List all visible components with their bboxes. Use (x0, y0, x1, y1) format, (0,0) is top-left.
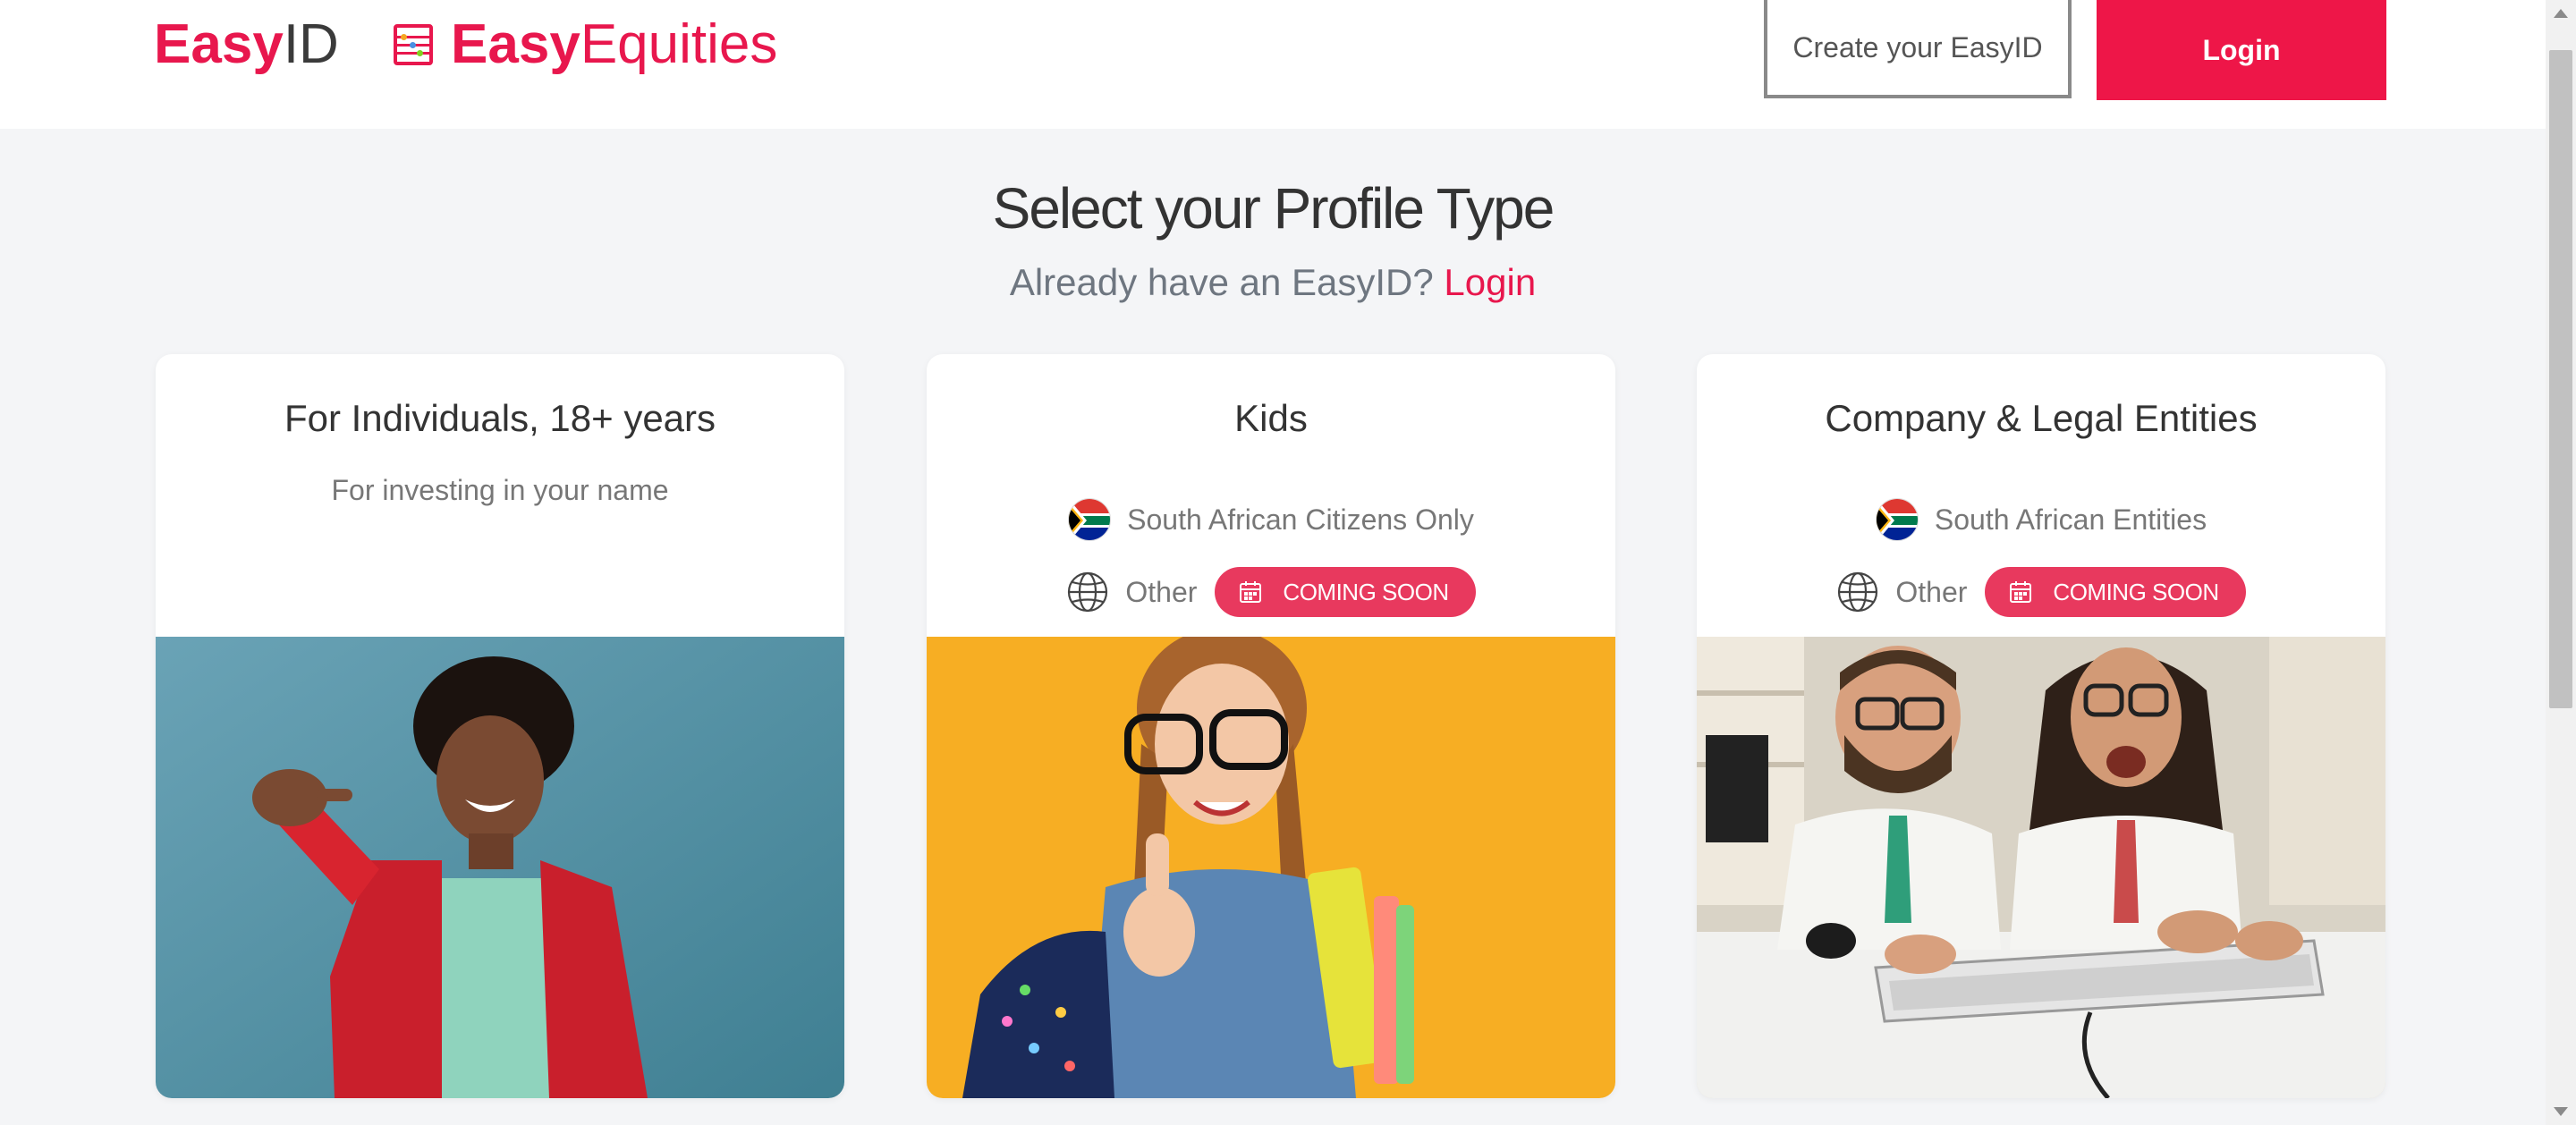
coming-soon-text: COMING SOON (1283, 578, 1449, 605)
globe-icon (1836, 571, 1879, 613)
girl-thumbs-up-image (927, 637, 1615, 1098)
page-subtitle: Already have an EasyID? Login (0, 261, 2546, 304)
subtitle-text: Already have an EasyID? (1009, 261, 1434, 303)
card-title: Kids (1234, 397, 1308, 439)
scroll-up-arrow-icon[interactable] (2554, 9, 2568, 18)
header-login-button[interactable]: Login (2097, 0, 2386, 100)
option-south-african[interactable]: South African Citizens Only (927, 497, 1615, 542)
option-other[interactable]: Other COMING SOON (927, 565, 1615, 619)
calendar-icon (2010, 581, 2032, 603)
scroll-down-arrow-icon[interactable] (2554, 1107, 2568, 1116)
profile-card-company[interactable]: Company & Legal Entities South African E… (1697, 354, 2385, 1098)
card-description: For investing in your name (331, 474, 669, 506)
scroll-thumb[interactable] (2549, 50, 2572, 708)
coming-soon-badge: COMING SOON (1985, 567, 2246, 617)
easyequities-logo-light: Equities (580, 13, 778, 75)
globe-icon (1066, 571, 1109, 613)
create-easyid-button[interactable]: Create your EasyID (1764, 0, 2072, 98)
coming-soon-text: COMING SOON (2053, 578, 2219, 605)
easyequities-logo[interactable]: EasyEquities (394, 11, 777, 79)
option-label: Other (1125, 575, 1198, 608)
abacus-icon (394, 24, 433, 65)
easyid-logo-light: ID (283, 13, 339, 75)
option-label: Other (1895, 575, 1968, 608)
easyid-logo-bold: Easy (154, 13, 284, 75)
profile-card-individuals[interactable]: For Individuals, 18+ years For investing… (156, 354, 844, 1098)
profile-card-kids[interactable]: Kids South African Citizens Only Other C… (927, 354, 1615, 1098)
coming-soon-badge: COMING SOON (1215, 567, 1476, 617)
two-men-keyboard-image (1697, 637, 2385, 1098)
calendar-icon (1240, 581, 1262, 603)
page-title: Select your Profile Type (992, 176, 1555, 241)
south-africa-flag-icon (1875, 498, 1919, 541)
page-scrollbar[interactable] (2546, 0, 2576, 1125)
card-title: For Individuals, 18+ years (284, 397, 716, 439)
easyequities-logo-bold: Easy (451, 13, 580, 75)
easyid-logo[interactable]: EasyID (154, 11, 339, 79)
option-label: South African Citizens Only (1127, 503, 1474, 536)
man-pointing-image (156, 637, 844, 1098)
top-header: EasyID EasyEquities Create your EasyID L… (0, 0, 2546, 129)
option-south-african[interactable]: South African Entities (1697, 497, 2385, 542)
subtitle-login-link[interactable]: Login (1444, 261, 1536, 303)
option-other[interactable]: Other COMING SOON (1697, 565, 2385, 619)
option-label: South African Entities (1934, 503, 2207, 536)
card-title: Company & Legal Entities (1825, 397, 2258, 439)
south-africa-flag-icon (1068, 498, 1112, 541)
